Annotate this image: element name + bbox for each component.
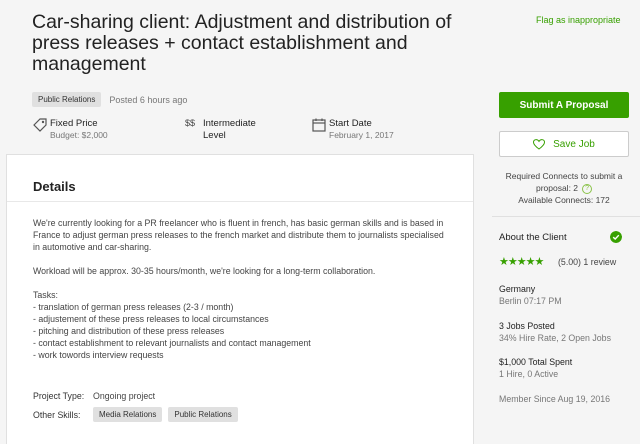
client-location: Germany Berlin 07:17 PM: [499, 283, 562, 307]
spec-sub: Level: [203, 130, 226, 141]
client-hires: 1 Hire, 0 Active: [499, 369, 559, 379]
client-city-time: Berlin 07:17 PM: [499, 296, 562, 306]
connects-info: Required Connects to submit a proposal: …: [499, 170, 629, 206]
spec-sub: February 1, 2017: [329, 130, 394, 140]
job-specs: Fixed Price Budget: $2,000 $$ Intermedia…: [32, 117, 472, 151]
other-skills-label: Other Skills:: [33, 409, 81, 420]
client-spend: $1,000 Total Spent 1 Hire, 0 Active: [499, 356, 572, 380]
description-paragraph: We're currently looking for a PR freelan…: [33, 218, 444, 252]
client-hire-rate: 34% Hire Rate, 2 Open Jobs: [499, 333, 611, 343]
client-member-since: Member Since Aug 19, 2016: [499, 394, 611, 404]
spec-label: Start Date: [329, 118, 372, 129]
save-job-label: Save Job: [553, 138, 595, 150]
flag-inappropriate-link[interactable]: Flag as inappropriate: [536, 15, 621, 25]
connects-line: Required Connects to submit a: [505, 171, 623, 181]
submit-proposal-button[interactable]: Submit A Proposal: [499, 92, 629, 118]
connects-line: proposal: 2?: [499, 182, 629, 194]
client-total-spent: $1,000 Total Spent: [499, 357, 573, 367]
dollar-level-icon: $$: [185, 118, 196, 128]
divider: [492, 216, 640, 217]
description-tasks: Tasks: - translation of german press rel…: [33, 290, 311, 360]
verified-check-icon: [610, 231, 622, 243]
connects-required: proposal: 2: [535, 183, 579, 193]
heart-icon: [533, 138, 546, 150]
spec-sub: Budget: $2,000: [50, 130, 108, 140]
rating-stars-icon: ★★★★★: [499, 256, 544, 268]
job-page: Car-sharing client: Adjustment and distr…: [0, 0, 640, 444]
project-type-row: Project Type: Ongoing project: [33, 391, 155, 401]
project-type-label: Project Type:: [33, 391, 85, 401]
project-type-value: Ongoing project: [93, 391, 156, 401]
connects-available: Available Connects: 172: [518, 195, 610, 205]
other-skills-row: Other Skills: Media Relations Public Rel…: [33, 407, 244, 422]
job-description: We're currently looking for a PR freelan…: [33, 217, 453, 373]
details-heading: Details: [33, 179, 76, 194]
posted-time: Posted 6 hours ago: [109, 94, 188, 105]
job-title: Car-sharing client: Adjustment and distr…: [32, 11, 452, 75]
client-member-since-block: Member Since Aug 19, 2016: [499, 393, 610, 405]
details-card: Details We're currently looking for a PR…: [6, 154, 474, 444]
divider: [7, 201, 473, 202]
client-jobs-posted: 3 Jobs Posted: [499, 321, 555, 331]
save-job-button[interactable]: Save Job: [499, 131, 629, 157]
price-tag-icon: [33, 118, 47, 132]
help-icon[interactable]: ?: [582, 183, 593, 194]
job-meta: Public Relations Posted 6 hours ago: [32, 92, 187, 107]
rating-text: (5.00) 1 review: [558, 257, 617, 267]
spec-label: Intermediate: [203, 118, 256, 129]
skill-tag-public-relations[interactable]: Public Relations: [168, 407, 238, 422]
calendar-icon: [312, 118, 326, 132]
spec-label: Fixed Price: [50, 118, 98, 129]
about-client-heading: About the Client: [499, 232, 567, 243]
description-paragraph: Workload will be approx. 30-35 hours/mon…: [33, 266, 376, 276]
client-country: Germany: [499, 284, 536, 294]
category-tag[interactable]: Public Relations: [32, 92, 102, 107]
skill-tag-media-relations[interactable]: Media Relations: [93, 407, 163, 422]
client-jobs: 3 Jobs Posted 34% Hire Rate, 2 Open Jobs: [499, 320, 611, 344]
